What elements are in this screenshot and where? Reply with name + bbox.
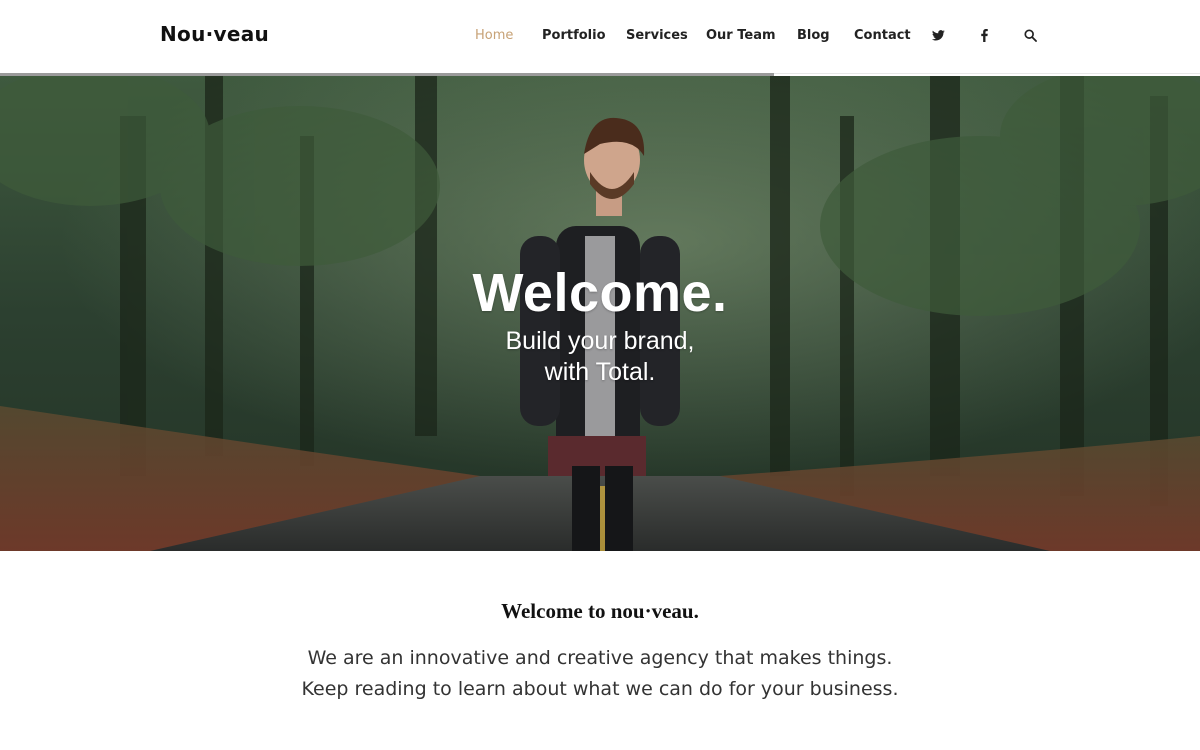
- nav-item-home[interactable]: Home: [475, 28, 513, 43]
- search-icon[interactable]: [1022, 26, 1038, 44]
- twitter-icon[interactable]: [930, 26, 946, 44]
- nav-item-contact[interactable]: Contact: [854, 28, 911, 43]
- nav-item-portfolio[interactable]: Portfolio: [542, 28, 606, 43]
- intro-body-text: We are an innovative and creative agency…: [301, 647, 899, 700]
- facebook-icon[interactable]: [976, 26, 992, 44]
- hero-text: Welcome. Build your brand, with Total.: [0, 262, 1200, 388]
- hero-subtitle-line1: Build your brand,: [505, 327, 695, 355]
- intro-heading: Welcome to nou·veau.: [501, 599, 699, 623]
- nav-item-blog[interactable]: Blog: [797, 28, 830, 43]
- nav-item-services[interactable]: Services: [626, 28, 688, 43]
- site-header: Nou·veau Home Portfolio Services Our Tea…: [0, 0, 1200, 74]
- hero-subtitle-line2: with Total.: [544, 358, 656, 386]
- intro-section: Welcome to nou·veau. We are an innovativ…: [0, 551, 1200, 750]
- main-nav: Home Portfolio Services Our Team Blog Co…: [0, 0, 1200, 74]
- nav-item-our-team[interactable]: Our Team: [706, 28, 776, 43]
- hero-title: Welcome.: [472, 263, 728, 323]
- hero-banner: Welcome. Build your brand, with Total.: [0, 76, 1200, 551]
